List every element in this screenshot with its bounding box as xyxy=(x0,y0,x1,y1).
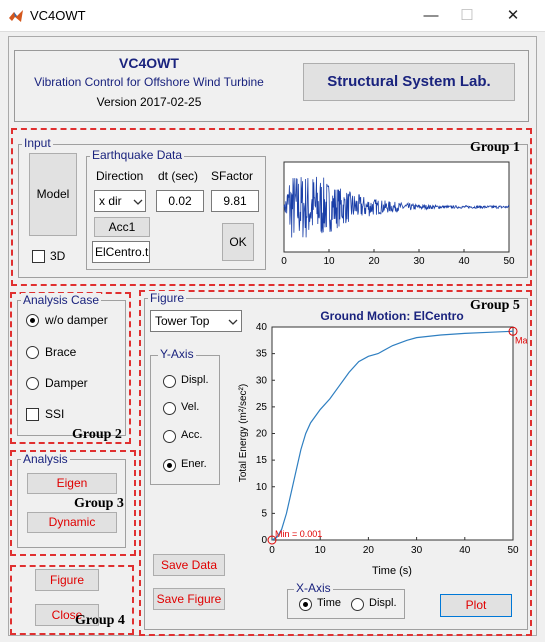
close-window-button[interactable]: ✕ xyxy=(495,4,531,28)
radio-displ-label: Displ. xyxy=(181,374,209,386)
y-tick-label: 5 xyxy=(261,508,267,519)
ssi-label: SSI xyxy=(45,407,65,421)
analysis-case-frame-label: Analysis Case xyxy=(21,293,102,307)
figure-button[interactable]: Figure xyxy=(35,569,99,591)
radio-displ[interactable] xyxy=(163,375,176,388)
matlab-icon xyxy=(9,10,23,22)
radio-damper-label: Damper xyxy=(45,376,88,390)
radio-xdispl-label: Displ. xyxy=(369,597,397,609)
x-tick-label: 30 xyxy=(411,545,423,556)
y-tick-label: 30 xyxy=(256,375,268,386)
mini-x-tick-label: 30 xyxy=(413,256,425,267)
y-tick-label: 25 xyxy=(256,402,268,413)
min-annotation: Min = 0.001 xyxy=(275,529,322,539)
dynamic-button[interactable]: Dynamic xyxy=(27,512,117,533)
sfactor-input[interactable]: 9.81 xyxy=(211,190,259,212)
mini-x-tick-label: 40 xyxy=(458,256,470,267)
radio-acc-label: Acc. xyxy=(181,429,203,441)
dt-label: dt (sec) xyxy=(158,169,199,183)
chart-plot-area xyxy=(271,326,514,541)
ok-button[interactable]: OK xyxy=(222,223,254,261)
earthquake-frame-label: Earthquake Data xyxy=(90,148,185,162)
save-data-button[interactable]: Save Data xyxy=(153,554,225,576)
x-tick-label: 10 xyxy=(315,545,327,556)
energy-chart: Ground Motion: ElCentro 0 10 20 30 40 50 0 5 10 1… xyxy=(238,309,528,577)
maximize-button[interactable]: ☐ xyxy=(449,4,485,28)
chart-title: Ground Motion: ElCentro xyxy=(320,309,463,323)
3d-label: 3D xyxy=(50,249,66,263)
radio-vel-label: Vel. xyxy=(181,401,200,413)
3d-checkbox[interactable] xyxy=(32,250,45,263)
direction-value: x dir xyxy=(99,194,122,208)
app-subtitle: Vibration Control for Offshore Wind Turb… xyxy=(34,75,264,89)
y-tick-label: 10 xyxy=(256,482,268,493)
input-frame-label: Input xyxy=(22,136,53,150)
dt-input[interactable]: 0.02 xyxy=(156,190,204,212)
y-tick-label: 40 xyxy=(256,322,268,333)
group4-label: Group 4 xyxy=(75,613,125,628)
ssi-checkbox[interactable] xyxy=(26,408,39,421)
radio-damper[interactable] xyxy=(26,377,39,390)
model-button[interactable]: Model xyxy=(29,153,77,236)
y-tick-label: 15 xyxy=(256,455,268,466)
radio-xdispl[interactable] xyxy=(351,598,364,611)
app-version: Version 2017-02-25 xyxy=(96,95,202,109)
direction-select[interactable]: x dir xyxy=(94,190,146,212)
location-select[interactable]: Tower Top xyxy=(150,310,242,332)
mini-x-tick-label: 50 xyxy=(503,256,515,267)
minimize-button[interactable]: — xyxy=(413,4,449,28)
group2-label: Group 2 xyxy=(72,427,122,442)
x-tick-label: 50 xyxy=(507,545,519,556)
chart-ylabel: Total Energy (m²/sec²) xyxy=(238,384,249,482)
acc1-button[interactable]: Acc1 xyxy=(94,217,150,237)
radio-wo-damper[interactable] xyxy=(26,314,39,327)
y-tick-label: 20 xyxy=(256,429,268,440)
sfactor-label: SFactor xyxy=(211,169,254,183)
chart-xlabel: Time (s) xyxy=(372,565,412,577)
app-title: VC4OWT xyxy=(119,55,179,71)
x-tick-label: 20 xyxy=(363,545,375,556)
radio-vel[interactable] xyxy=(163,402,176,415)
direction-label: Direction xyxy=(96,169,144,183)
radio-brace[interactable] xyxy=(26,346,39,359)
y-tick-label: 0 xyxy=(261,535,267,546)
x-tick-label: 40 xyxy=(459,545,471,556)
y-tick-label: 35 xyxy=(256,349,268,360)
lab-button[interactable]: Structural System Lab. xyxy=(303,63,515,101)
radio-ener-label: Ener. xyxy=(181,458,207,470)
group3-label: Group 3 xyxy=(74,496,124,511)
earthquake-mini-chart: 0 10 20 30 40 50 xyxy=(281,161,515,267)
title-bar: VC4OWT — ☐ ✕ xyxy=(0,0,545,32)
group1-label: Group 1 xyxy=(470,140,520,155)
figure-frame-label: Figure xyxy=(148,291,187,305)
save-figure-button[interactable]: Save Figure xyxy=(153,588,225,610)
radio-time-label: Time xyxy=(317,597,342,609)
max-annotation: Ma xyxy=(515,335,528,345)
mini-x-tick-label: 10 xyxy=(323,256,335,267)
x-tick-label: 0 xyxy=(269,545,275,556)
radio-ener[interactable] xyxy=(163,459,176,472)
window-title: VC4OWT xyxy=(30,8,86,23)
analysis-frame-label: Analysis xyxy=(21,452,70,466)
radio-acc[interactable] xyxy=(163,430,176,443)
location-value: Tower Top xyxy=(155,314,210,328)
eigen-button[interactable]: Eigen xyxy=(27,473,117,494)
radio-wo-damper-label: w/o damper xyxy=(45,313,108,327)
mini-x-tick-label: 0 xyxy=(281,256,287,267)
mini-x-tick-label: 20 xyxy=(368,256,380,267)
chevron-down-icon xyxy=(133,199,143,205)
radio-time[interactable] xyxy=(299,598,312,611)
earthquake-file-input[interactable]: ElCentro.t xyxy=(92,241,150,263)
xaxis-frame-label: X-Axis xyxy=(294,581,333,595)
radio-brace-label: Brace xyxy=(45,345,77,359)
yaxis-frame-label: Y-Axis xyxy=(158,347,196,361)
plot-button[interactable]: Plot xyxy=(440,594,512,617)
